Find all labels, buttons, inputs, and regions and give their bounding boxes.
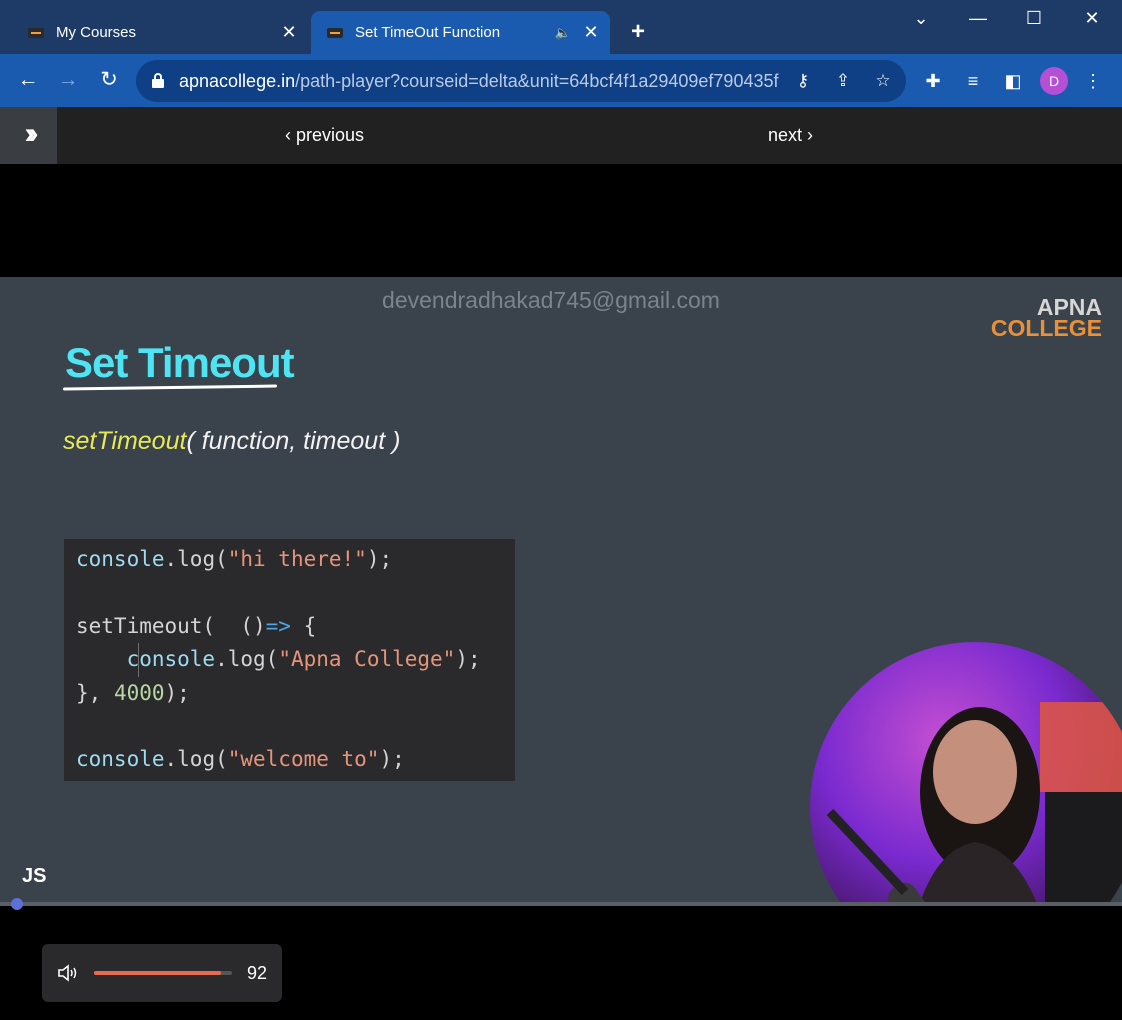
reload-button[interactable]: ↻: [93, 65, 125, 97]
apna-college-favicon-icon: [28, 27, 44, 38]
code-token: .log(: [215, 647, 279, 672]
logo-line-2: COLLEGE: [990, 315, 1102, 341]
speaker-volume-icon[interactable]: [56, 962, 80, 984]
code-token: .log(: [164, 747, 228, 772]
new-tab-button[interactable]: +: [624, 18, 652, 46]
code-line: setTimeout( ()=> {: [76, 610, 515, 643]
code-line: console.log("hi there!");: [76, 543, 515, 576]
key-icon[interactable]: ⚷: [790, 68, 816, 94]
code-token: console: [76, 747, 165, 772]
tab-my-courses[interactable]: My Courses ✕: [12, 11, 308, 54]
previous-label: previous: [296, 125, 365, 145]
browser-toolbar: ← → ↻ apnacollege.in/path-player?coursei…: [0, 54, 1122, 107]
code-block: console.log("hi there!"); setTimeout( ()…: [64, 539, 515, 781]
code-token: {: [290, 613, 317, 638]
code-token: "Apna College": [278, 647, 456, 672]
tab-title: My Courses: [56, 24, 137, 41]
back-button[interactable]: ←: [12, 65, 44, 97]
code-token: );: [379, 747, 405, 772]
maximize-button[interactable]: ☐: [1014, 8, 1054, 29]
lesson-nav-bar: ›› ‹ previous next ›: [0, 107, 1122, 164]
star-icon[interactable]: ☆: [870, 68, 896, 94]
volume-value: 92: [247, 963, 268, 983]
apna-college-logo: APNA COLLEGE: [990, 296, 1102, 341]
code-token: console: [76, 547, 165, 571]
progress-bar[interactable]: [0, 902, 1122, 906]
profile-avatar[interactable]: D: [1040, 67, 1068, 95]
next-button[interactable]: next ›: [768, 125, 813, 146]
code-token: 4000: [113, 680, 165, 705]
address-bar[interactable]: apnacollege.in/path-player?courseid=delt…: [136, 60, 906, 102]
close-icon[interactable]: ✕: [276, 22, 302, 43]
tab-strip: My Courses ✕ Set TimeOut Function 🔈 ✕ + …: [0, 0, 1122, 54]
video-frame: devendradhakad745@gmail.com APNA COLLEGE…: [0, 277, 1122, 904]
indent-guide: [138, 643, 139, 677]
url-path: /path-player?courseid=delta&unit=64bcf4f…: [295, 71, 779, 91]
volume-slider[interactable]: [94, 971, 232, 975]
code-token: =>: [265, 613, 291, 638]
close-icon[interactable]: ✕: [578, 22, 604, 43]
video-player[interactable]: devendradhakad745@gmail.com APNA COLLEGE…: [0, 164, 1122, 1020]
expand-sidebar-icon[interactable]: ››: [0, 107, 57, 164]
menu-kebab-icon[interactable]: ⋮: [1078, 66, 1108, 96]
code-token: "hi there!": [227, 547, 367, 571]
slide-title: Set Timeout: [65, 339, 295, 386]
minimize-button[interactable]: —: [958, 8, 998, 29]
previous-button[interactable]: ‹ previous: [285, 125, 364, 146]
code-token: );: [455, 647, 481, 672]
code-token: console: [126, 647, 216, 672]
forward-button[interactable]: →: [52, 65, 84, 97]
code-token: setTimeout( (): [76, 613, 266, 638]
speaker-icon[interactable]: 🔈: [552, 25, 574, 41]
tab-title: Set TimeOut Function: [355, 24, 501, 41]
function-signature: setTimeout( function, timeout ): [63, 427, 400, 456]
next-label: next: [768, 125, 803, 145]
code-token: );: [164, 680, 190, 705]
code-token: .log(: [164, 547, 228, 571]
url-text[interactable]: apnacollege.in/path-player?courseid=delt…: [179, 71, 779, 92]
code-token: );: [366, 547, 393, 571]
code-token: },: [76, 680, 114, 705]
email-watermark: devendradhakad745@gmail.com: [382, 287, 720, 313]
signature-function-name: setTimeout: [63, 427, 187, 455]
presenter-video-bubble: [810, 642, 1122, 904]
code-line: console.log("Apna College");: [76, 643, 515, 676]
volume-panel: 92: [42, 944, 282, 1002]
url-domain: apnacollege.in: [179, 71, 296, 91]
close-window-button[interactable]: ✕: [1072, 8, 1112, 29]
tab-set-timeout-function[interactable]: Set TimeOut Function 🔈 ✕: [311, 11, 610, 54]
lock-icon[interactable]: [152, 73, 164, 88]
extensions-puzzle-icon[interactable]: ✚: [918, 66, 948, 96]
share-icon[interactable]: ⇪: [830, 68, 856, 94]
progress-scrubber-handle[interactable]: [11, 898, 24, 910]
signature-arguments: ( function, timeout ): [186, 427, 401, 455]
js-badge: JS: [22, 865, 47, 887]
chevron-down-icon[interactable]: ⌄: [901, 8, 941, 29]
code-line: console.log("welcome to");: [76, 743, 515, 776]
code-line: }, 4000);: [76, 677, 515, 710]
apna-college-favicon-icon: [327, 27, 343, 38]
side-panel-icon[interactable]: ◧: [998, 66, 1028, 96]
code-token: "welcome to": [227, 747, 380, 772]
volume-slider-fill: [94, 971, 221, 975]
media-playlist-icon[interactable]: ≡: [958, 66, 988, 96]
